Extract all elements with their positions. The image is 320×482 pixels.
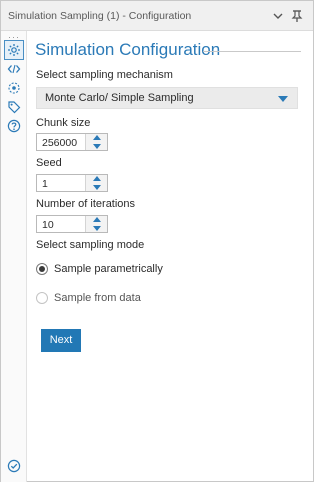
code-icon[interactable] <box>5 60 23 78</box>
iterations-increment-button[interactable] <box>86 216 108 224</box>
sampling-mode-label: Select sampling mode <box>36 239 145 251</box>
sampling-mechanism-dropdown[interactable]: Monte Carlo/ Simple Sampling <box>36 87 298 109</box>
chunk-size-decrement-button[interactable] <box>86 142 108 150</box>
caret-down-icon <box>278 96 288 102</box>
radio-button-unselected[interactable] <box>36 292 48 304</box>
tag-icon[interactable] <box>5 98 23 116</box>
iterations-input[interactable] <box>42 219 82 231</box>
check-circle-icon[interactable] <box>5 457 23 475</box>
seed-increment-button[interactable] <box>86 175 108 183</box>
page-title: Simulation Configuration <box>35 40 221 59</box>
chunk-size-increment-button[interactable] <box>86 134 108 142</box>
title-bar: Simulation Sampling (1) - Configuration <box>1 1 313 31</box>
iterations-spin <box>85 216 107 232</box>
radio-button-selected[interactable] <box>36 263 48 275</box>
iterations-stepper <box>36 215 108 233</box>
seed-input[interactable] <box>42 178 82 190</box>
target-icon[interactable] <box>5 79 23 97</box>
chunk-size-input[interactable] <box>42 137 82 149</box>
seed-label: Seed <box>36 157 62 169</box>
sampling-mechanism-value: Monte Carlo/ Simple Sampling <box>45 92 194 104</box>
seed-stepper <box>36 174 108 192</box>
chevron-down-icon[interactable] <box>270 8 286 24</box>
side-rail: ··· <box>1 31 27 482</box>
radio-label: Sample parametrically <box>54 263 163 275</box>
help-icon[interactable] <box>5 117 23 135</box>
chunk-size-spin <box>85 134 107 150</box>
seed-decrement-button[interactable] <box>86 183 108 191</box>
pin-icon[interactable] <box>289 8 305 24</box>
window-title: Simulation Sampling (1) - Configuration <box>8 10 192 22</box>
configuration-panel: Simulation Configuration Select sampling… <box>27 31 313 482</box>
more-dots-icon[interactable]: ··· <box>8 33 20 42</box>
chunk-size-label: Chunk size <box>36 117 91 129</box>
seed-spin <box>85 175 107 191</box>
mechanism-label: Select sampling mechanism <box>36 69 173 81</box>
next-button[interactable]: Next <box>41 329 81 352</box>
gear-icon[interactable] <box>4 40 24 60</box>
chunk-size-stepper <box>36 133 108 151</box>
radio-label: Sample from data <box>54 292 141 304</box>
configuration-window: Simulation Sampling (1) - Configuration … <box>0 0 314 482</box>
heading-divider <box>203 51 301 52</box>
iterations-label: Number of iterations <box>36 198 136 210</box>
iterations-decrement-button[interactable] <box>86 224 108 232</box>
